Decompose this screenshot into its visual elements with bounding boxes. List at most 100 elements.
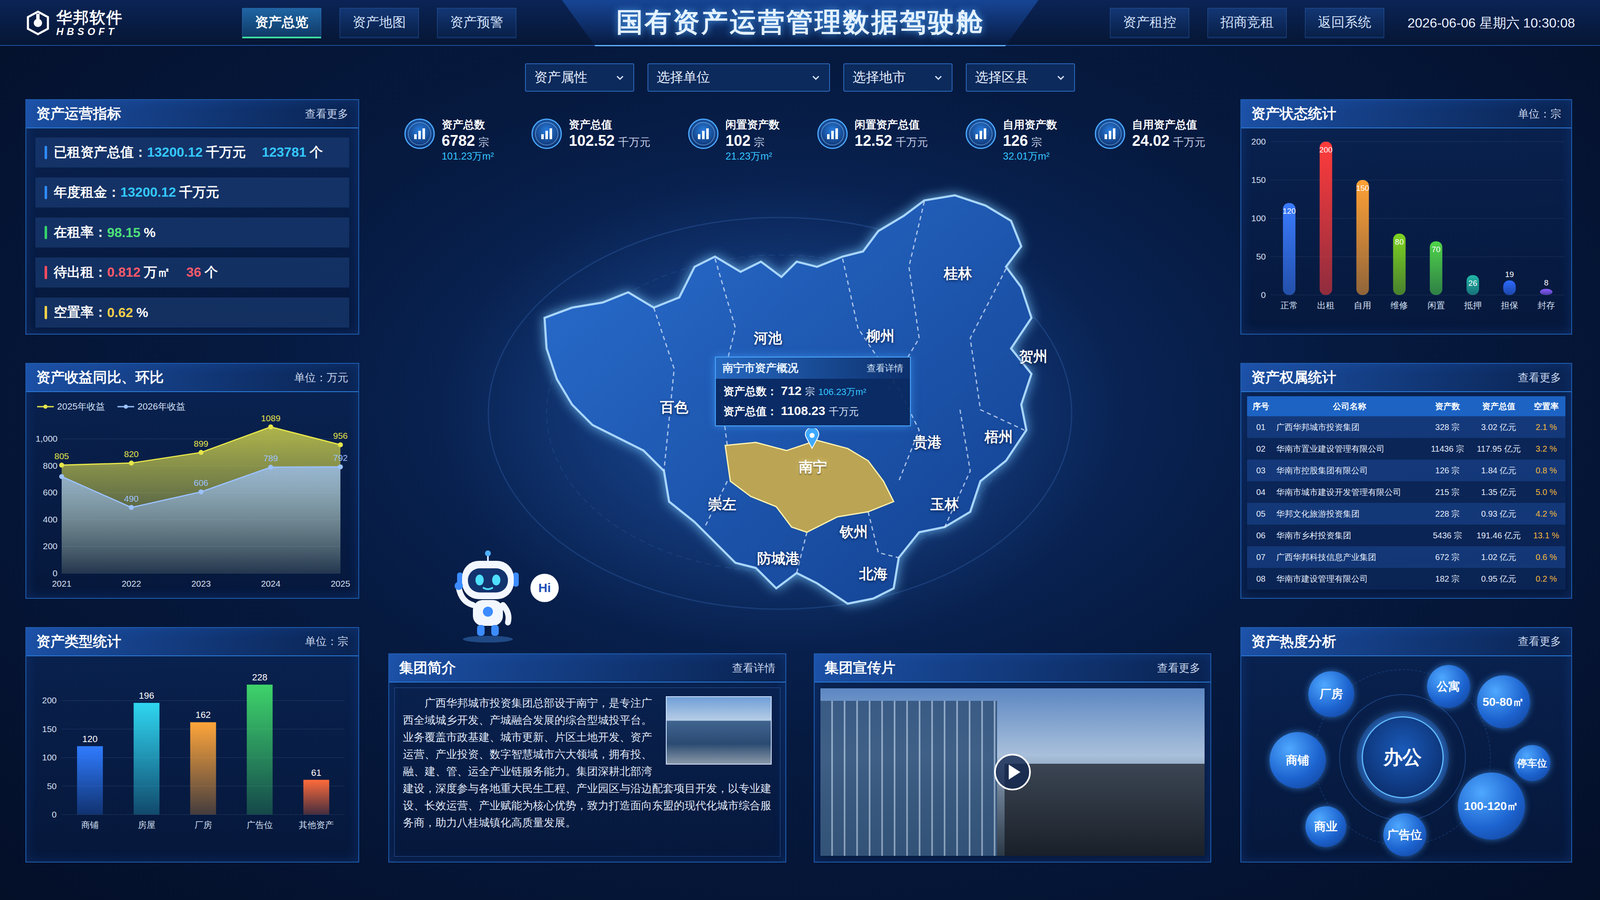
cell-no: 01: [1247, 422, 1275, 433]
data-point[interactable]: [267, 465, 273, 470]
bar[interactable]: 200出租: [1317, 141, 1335, 310]
logo[interactable]: 华邦软件HBSOFT: [25, 9, 243, 37]
cell-count: 11436 宗: [1424, 443, 1471, 455]
bar[interactable]: 61其他资产: [298, 767, 334, 830]
table-row[interactable]: 03华南市控股集团有限公司126 宗1.84 亿元0.8 %: [1247, 459, 1566, 482]
heat-bubble[interactable]: 商铺: [1269, 732, 1326, 789]
panel-title: 资产权属统计: [1251, 367, 1337, 388]
data-point[interactable]: [337, 442, 343, 448]
bar[interactable]: 8封存: [1537, 278, 1555, 310]
metric-number: 123781: [261, 144, 307, 160]
city-label[interactable]: 梧州: [984, 427, 1013, 447]
bar[interactable]: 162厂房: [190, 709, 216, 830]
city-label[interactable]: 防城港: [757, 549, 800, 569]
more-link[interactable]: 查看更多: [1517, 634, 1562, 649]
heat-bubble[interactable]: 50-80㎡: [1477, 675, 1530, 729]
bar[interactable]: 120正常: [1280, 202, 1298, 310]
data-point[interactable]: [59, 462, 65, 468]
video-frame[interactable]: [820, 688, 1205, 856]
metric-label: 空置率：: [53, 303, 108, 322]
filter-dropdown[interactable]: 选择单位: [647, 63, 830, 92]
kpi-sub: 21.23万m²: [725, 149, 780, 163]
robot-assistant-icon[interactable]: [449, 546, 527, 643]
legend-label: 2026年收益: [137, 400, 186, 413]
bar[interactable]: 26抵押: [1463, 275, 1482, 310]
city-label[interactable]: 百色: [660, 397, 689, 418]
city-label[interactable]: 北海: [859, 564, 888, 584]
city-label[interactable]: 南宁: [798, 457, 828, 477]
table-row[interactable]: 08华南市建设管理有限公司182 宗0.95 亿元0.2 %: [1247, 567, 1566, 590]
kpi-unit: 宗: [1031, 135, 1043, 149]
heat-bubble[interactable]: 办公: [1361, 716, 1444, 799]
table-row[interactable]: 06华南市乡村投资集团5436 宗191.46 亿元13.1 %: [1247, 524, 1566, 547]
data-point[interactable]: [128, 505, 134, 510]
filter-dropdown[interactable]: 选择区县: [965, 63, 1075, 92]
bar[interactable]: 80维修: [1390, 233, 1408, 310]
nav-tab[interactable]: 返回系统: [1305, 7, 1385, 39]
heat-bubble[interactable]: 广告位: [1383, 813, 1427, 857]
city-label[interactable]: 贵港: [913, 432, 942, 453]
cell-count: 5436 宗: [1424, 530, 1471, 542]
city-label[interactable]: 河池: [753, 328, 783, 348]
bar[interactable]: 150自用: [1353, 180, 1372, 310]
data-point[interactable]: [128, 460, 134, 466]
heat-bubble[interactable]: 停车位: [1514, 745, 1551, 782]
nav-tab[interactable]: 资产地图: [339, 7, 419, 39]
more-link[interactable]: 查看更多: [1157, 660, 1201, 676]
data-point[interactable]: [198, 489, 204, 495]
metric-value: 13200.12千万元: [147, 143, 246, 162]
cell-company: 华南市控股集团有限公司: [1274, 465, 1425, 477]
city-label[interactable]: 钦州: [839, 522, 868, 542]
greeting-bubble[interactable]: Hi: [530, 573, 559, 603]
point-label: 820: [123, 449, 139, 460]
nav-tab[interactable]: 资产租控: [1110, 7, 1190, 39]
legend-label: 2025年收益: [57, 400, 105, 413]
bar[interactable]: 120商铺: [76, 733, 103, 830]
data-point[interactable]: [267, 424, 273, 430]
more-link[interactable]: 查看更多: [305, 106, 349, 122]
table-row[interactable]: 01广西华邦城市投资集团328 宗3.02 亿元2.1 %: [1247, 416, 1566, 438]
city-label[interactable]: 桂林: [943, 264, 973, 284]
city-label[interactable]: 崇左: [707, 495, 737, 515]
table-row[interactable]: 04华南市城市建设开发管理有限公司215 宗1.35 亿元5.0 %: [1247, 481, 1566, 503]
chart-icon: [530, 117, 563, 150]
heat-bubble[interactable]: 100-120㎡: [1457, 772, 1525, 840]
bar[interactable]: 19担保: [1500, 270, 1519, 310]
city-label[interactable]: 贺州: [1019, 347, 1048, 367]
metric-unit: %: [136, 305, 148, 320]
nav-tab[interactable]: 资产总览: [242, 7, 322, 39]
city-label[interactable]: 玉林: [930, 495, 959, 515]
kpi-value: 126: [1002, 132, 1028, 150]
city-label[interactable]: 柳州: [866, 326, 895, 346]
panel-title: 资产运营指标: [36, 104, 122, 124]
metric-number: 13200.12: [120, 184, 176, 200]
bar[interactable]: 196房屋: [133, 690, 160, 830]
filter-dropdown[interactable]: 资产属性: [525, 63, 635, 92]
cell-vacancy: 13.1 %: [1527, 530, 1566, 541]
filter-dropdown[interactable]: 选择地市: [843, 63, 953, 92]
play-icon[interactable]: [993, 753, 1032, 791]
metric-row: 空置率：0.62%: [35, 297, 350, 328]
bar[interactable]: 228广告位: [246, 672, 273, 830]
status-bar-chart: 050100150200120正常200出租150自用80维修70闲置26抵押1…: [1245, 131, 1567, 315]
heat-bubble[interactable]: 公寓: [1427, 665, 1470, 708]
data-point[interactable]: [198, 450, 204, 455]
bar[interactable]: 70闲置: [1427, 241, 1445, 310]
kpi-label: 自用资产总值: [1132, 117, 1206, 133]
data-point[interactable]: [59, 474, 65, 480]
page-title: 国有资产运营管理数据驾驶舱: [616, 4, 985, 41]
heat-bubble[interactable]: 商业: [1305, 806, 1347, 848]
nav-tab[interactable]: 招商竞租: [1207, 7, 1287, 39]
heat-bubble[interactable]: 厂房: [1308, 671, 1355, 718]
metric-value: 98.15%: [107, 225, 156, 241]
chevron-down-icon: [615, 72, 625, 83]
table-row[interactable]: 05华邦文化旅游投资集团228 宗0.93 亿元4.2 %: [1247, 502, 1566, 525]
table-row[interactable]: 07广西华邦科技信息产业集团672 宗1.02 亿元0.6 %: [1247, 546, 1566, 568]
data-point[interactable]: [337, 464, 343, 470]
more-link[interactable]: 查看详情: [732, 660, 776, 676]
more-link[interactable]: 查看更多: [1517, 370, 1562, 385]
metric-unit: 千万元: [205, 144, 246, 160]
detail-link[interactable]: 查看详情: [866, 362, 904, 375]
table-row[interactable]: 02华南市置业建设管理有限公司11436 宗117.95 亿元3.2 %: [1247, 437, 1566, 460]
nav-tab[interactable]: 资产预警: [437, 7, 517, 39]
